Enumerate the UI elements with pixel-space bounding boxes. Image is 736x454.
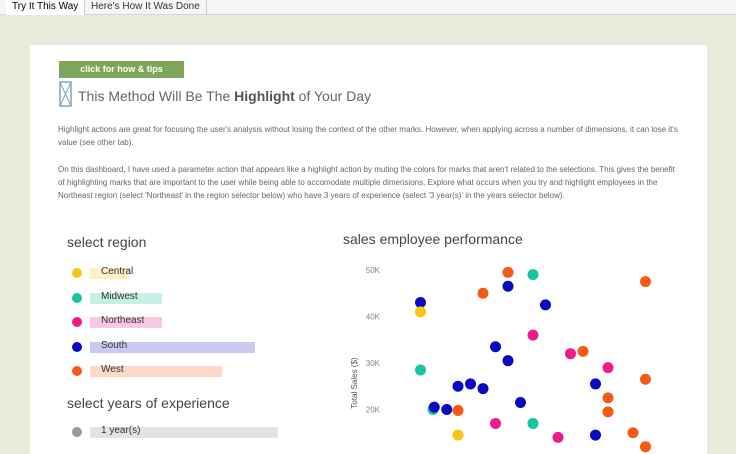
scatter-point-midwest[interactable]	[527, 417, 539, 429]
scatter-point-south[interactable]	[540, 299, 551, 311]
legend-dot-icon	[72, 366, 82, 376]
tab-try-it-this-way[interactable]: Try It This Way	[6, 0, 86, 15]
scatter-point-west[interactable]	[577, 345, 589, 357]
scatter-point-south[interactable]	[590, 429, 601, 441]
legend-dot-icon	[72, 427, 82, 437]
region-option-west[interactable]: West	[72, 363, 332, 379]
scatter-point-midwest[interactable]	[527, 269, 539, 281]
legend-label: 1 year(s)	[101, 425, 141, 436]
scatter-point-west[interactable]	[602, 392, 614, 404]
region-option-central[interactable]: Central	[72, 265, 332, 281]
scatter-point-west[interactable]	[640, 276, 651, 288]
legend-dot-icon	[72, 317, 82, 327]
scatter-point-south[interactable]	[590, 378, 601, 390]
dashboard-panel: click for how & tips This Method Will Be…	[30, 45, 707, 454]
scatter-point-south[interactable]	[490, 341, 501, 353]
legend-label: West	[101, 364, 124, 375]
scatter-point-northeast[interactable]	[490, 417, 501, 429]
title-highlight-word: Highlight	[234, 88, 295, 104]
region-option-south[interactable]: South	[72, 339, 332, 355]
y-axis-label: Total Sales ($)	[350, 357, 359, 408]
intro-paragraph: Highlight actions are great for focusing…	[58, 125, 678, 147]
scatter-point-west[interactable]	[452, 404, 464, 416]
scatter-point-central[interactable]	[415, 306, 426, 318]
scatter-point-west[interactable]	[602, 406, 614, 418]
scatter-point-south[interactable]	[441, 404, 453, 415]
legend-dot-icon	[72, 341, 82, 352]
instructions-paragraph: On this dashboard, I have used a paramet…	[58, 165, 675, 200]
scatter-point-south[interactable]	[502, 280, 514, 292]
scatter-point-west[interactable]	[502, 266, 514, 278]
years-option-1-year-s[interactable]: 1 year(s)	[72, 424, 332, 440]
legend-dot-icon	[72, 292, 82, 303]
legend-label: Midwest	[101, 290, 138, 302]
scatter-point-midwest[interactable]	[415, 364, 426, 376]
scatter-point-west[interactable]	[640, 373, 651, 385]
scatter-point-northeast[interactable]	[527, 329, 539, 341]
legend-label: Central	[101, 266, 134, 277]
region-option-midwest[interactable]: Midwest	[72, 290, 332, 306]
scatter-point-south[interactable]	[502, 355, 514, 367]
how-and-tips-button[interactable]: click for how & tips	[59, 61, 184, 78]
years-selector-title: select years of experience	[67, 395, 230, 411]
scatter-point-south[interactable]	[428, 401, 440, 413]
scatter-point-south[interactable]	[465, 378, 476, 390]
scatter-point-northeast[interactable]	[602, 362, 614, 374]
region-option-northeast[interactable]: Northeast	[72, 314, 332, 330]
scatter-point-central[interactable]	[452, 429, 464, 441]
scatter-point-northeast[interactable]	[552, 431, 564, 443]
chart-title: sales employee performance	[343, 231, 523, 247]
legend-label: Northeast	[101, 315, 145, 326]
scatter-point-south[interactable]	[515, 397, 526, 409]
y-tick-label: 30K	[366, 359, 381, 368]
scatter-point-south[interactable]	[452, 380, 464, 392]
legend-label: South	[101, 339, 128, 351]
scatter-point-northeast[interactable]	[565, 348, 576, 360]
legend-dot-icon	[72, 268, 82, 278]
scatter-point-west[interactable]	[477, 287, 489, 299]
scatter-point-west[interactable]	[640, 441, 651, 453]
scatter-point-south[interactable]	[477, 383, 489, 395]
y-tick-label: 50K	[366, 266, 381, 275]
scatter-chart: Total Sales ($) 50K 40K 30K 20K	[350, 266, 651, 453]
logo-icon	[59, 81, 72, 107]
y-tick-label: 40K	[366, 313, 381, 322]
page-title: This Method Will Be The Highlight of You…	[78, 88, 372, 104]
tab-heres-how-it-was-done[interactable]: Here's How It Was Done	[85, 0, 207, 15]
tab-bar: Try It This Way Here's How It Was Done	[0, 0, 736, 15]
y-tick-label: 20K	[366, 406, 381, 415]
region-selector-title: select region	[67, 234, 147, 250]
scatter-point-west[interactable]	[627, 427, 639, 439]
